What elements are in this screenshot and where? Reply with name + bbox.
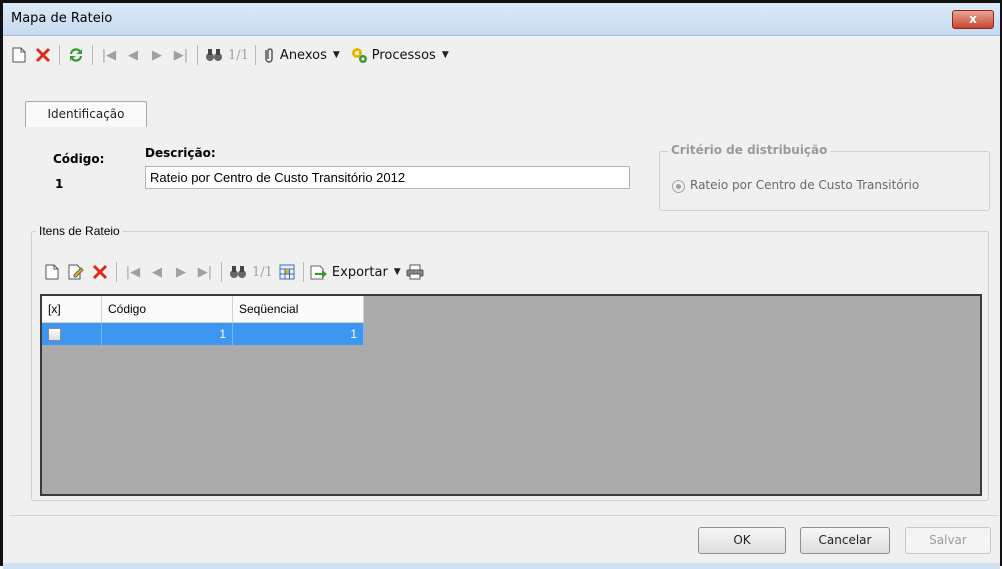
criterio-radio[interactable] (672, 180, 685, 193)
salvar-button[interactable]: Salvar (905, 527, 991, 554)
itens-table: [x] Código Seqüencial 1 1 (42, 296, 364, 345)
exportar-label: Exportar (331, 264, 388, 280)
toolbar-separator (59, 45, 60, 65)
criterio-option-label: Rateio por Centro de Custo Transitório (690, 178, 920, 192)
ok-button[interactable]: OK (698, 527, 786, 554)
tab-identificacao[interactable]: Identificação (25, 101, 147, 127)
toolbar-separator (197, 45, 198, 65)
descricao-input[interactable]: Rateio por Centro de Custo Transitório 2… (145, 166, 630, 189)
column-header-sequencial[interactable]: Seqüencial (232, 296, 364, 323)
codigo-label: Código: (53, 152, 105, 166)
cancelar-button[interactable]: Cancelar (800, 527, 890, 554)
previous-record-icon[interactable]: ◀ (147, 261, 167, 283)
anexos-label: Anexos (279, 47, 327, 63)
delete-icon[interactable] (33, 44, 53, 66)
delete-icon[interactable] (90, 261, 110, 283)
window-title: Mapa de Rateio (11, 11, 113, 26)
new-document-icon[interactable] (9, 44, 29, 66)
row-codigo[interactable]: 1 (101, 322, 233, 345)
main-toolbar: |◀ ◀ ▶ ▶| 1/1 Anexos ▼ Processos ▼ (9, 43, 453, 67)
new-document-icon[interactable] (42, 261, 62, 283)
next-record-icon[interactable]: ▶ (147, 44, 167, 66)
column-header-select[interactable]: [x] (42, 296, 102, 323)
identificacao-panel: Código: 1 Descrição: Rateio por Centro d… (25, 126, 991, 221)
edit-document-icon[interactable] (66, 261, 86, 283)
itens-legend: Itens de Rateio (36, 224, 123, 238)
toolbar-separator (221, 262, 222, 282)
refresh-icon[interactable] (66, 44, 86, 66)
chevron-down-icon: ▼ (332, 50, 340, 60)
last-record-icon[interactable]: ▶| (195, 261, 215, 283)
printer-icon[interactable] (405, 261, 425, 283)
first-record-icon[interactable]: |◀ (123, 261, 143, 283)
previous-record-icon[interactable]: ◀ (123, 44, 143, 66)
itens-group: Itens de Rateio |◀ ◀ ▶ ▶| 1/1 Exportar ▼… (31, 224, 989, 501)
processos-menu[interactable]: Processos ▼ (350, 44, 449, 66)
descricao-label: Descrição: (145, 146, 216, 160)
chevron-down-icon: ▼ (441, 50, 449, 60)
title-bar[interactable]: Mapa de Rateio x (3, 3, 1000, 36)
last-record-icon[interactable]: ▶| (171, 44, 191, 66)
toolbar-separator (302, 262, 304, 282)
column-header-codigo[interactable]: Código (101, 296, 233, 323)
criterio-group: Critério de distribuição Rateio por Cent… (659, 143, 990, 211)
record-counter: 1/1 (228, 47, 249, 63)
row-sequencial[interactable]: 1 (232, 322, 364, 345)
grid-columns-icon[interactable] (277, 261, 297, 283)
codigo-value: 1 (55, 177, 64, 191)
exportar-menu[interactable]: Exportar ▼ (310, 261, 401, 283)
table-header-row: [x] Código Seqüencial (42, 296, 364, 323)
table-row[interactable]: 1 1 (42, 322, 364, 345)
footer-divider (9, 515, 999, 516)
first-record-icon[interactable]: |◀ (99, 44, 119, 66)
window-bottom-edge (3, 563, 1000, 569)
item-record-counter: 1/1 (252, 264, 273, 280)
binoculars-icon[interactable] (204, 44, 224, 66)
itens-grid[interactable]: [x] Código Seqüencial 1 1 (40, 294, 982, 496)
row-checkbox-cell[interactable] (42, 322, 102, 345)
toolbar-separator (92, 45, 93, 65)
toolbar-separator (116, 262, 117, 282)
processos-label: Processos (371, 47, 436, 63)
criterio-legend: Critério de distribuição (668, 143, 831, 157)
row-checkbox[interactable] (48, 328, 61, 342)
next-record-icon[interactable]: ▶ (171, 261, 191, 283)
itens-toolbar: |◀ ◀ ▶ ▶| 1/1 Exportar ▼ (42, 260, 429, 284)
toolbar-separator (254, 45, 256, 65)
anexos-menu[interactable]: Anexos ▼ (262, 44, 340, 66)
dialog-window: Mapa de Rateio x |◀ ◀ ▶ ▶| 1/1 Anexos ▼ (0, 0, 1002, 569)
chevron-down-icon: ▼ (393, 267, 401, 277)
close-button[interactable]: x (952, 10, 994, 29)
binoculars-icon[interactable] (228, 261, 248, 283)
